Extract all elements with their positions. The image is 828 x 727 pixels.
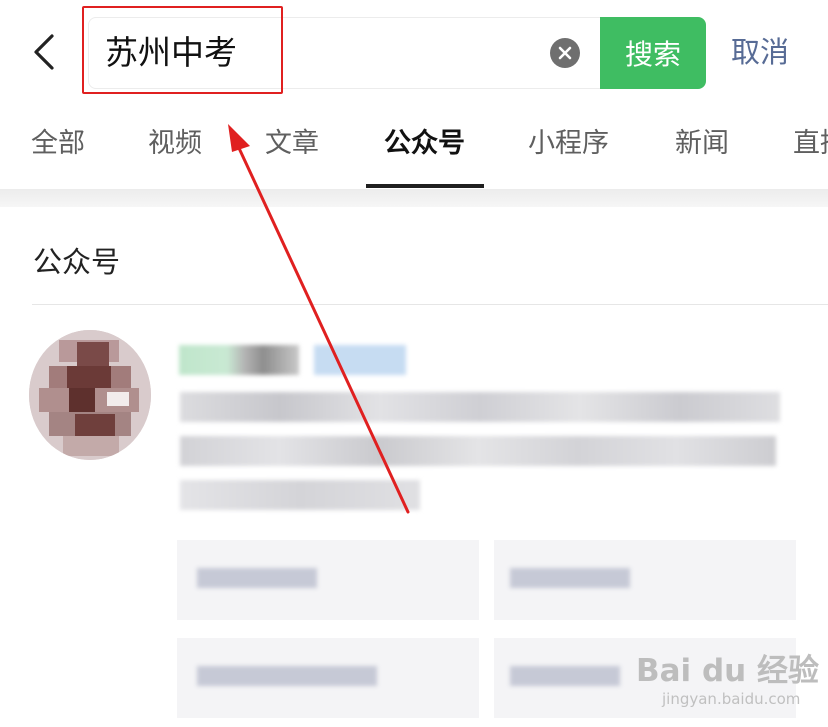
tab-mini-programs[interactable]: 小程序 — [528, 122, 609, 166]
tab-video[interactable]: 视频 — [148, 122, 202, 166]
menu-card[interactable] — [177, 638, 479, 718]
search-button[interactable]: 搜索 — [600, 17, 706, 89]
active-tab-indicator — [366, 184, 484, 188]
section-title: 公众号 — [33, 245, 121, 279]
tab-news[interactable]: 新闻 — [675, 122, 729, 166]
menu-card[interactable] — [177, 540, 479, 620]
account-description-line — [180, 480, 420, 510]
account-description-line — [180, 392, 780, 422]
watermark-url: jingyan.baidu.com — [662, 690, 801, 708]
account-tag-blurred — [314, 345, 406, 375]
clear-search-icon[interactable] — [550, 38, 580, 68]
section-divider — [32, 304, 828, 305]
annotation-highlight-box — [82, 6, 283, 94]
watermark-logo: Bai du 经验 — [636, 653, 820, 689]
tab-articles[interactable]: 文章 — [265, 122, 319, 166]
tab-live[interactable]: 直播 — [793, 122, 828, 166]
account-description-line — [180, 436, 776, 466]
back-icon[interactable] — [30, 32, 64, 72]
tab-official-accounts[interactable]: 公众号 — [384, 122, 465, 166]
account-name-blurred[interactable] — [179, 345, 299, 375]
account-avatar[interactable] — [29, 330, 151, 460]
tab-all[interactable]: 全部 — [31, 122, 85, 166]
menu-card[interactable] — [494, 540, 796, 620]
tab-divider — [0, 189, 828, 207]
cancel-button[interactable]: 取消 — [731, 32, 789, 72]
